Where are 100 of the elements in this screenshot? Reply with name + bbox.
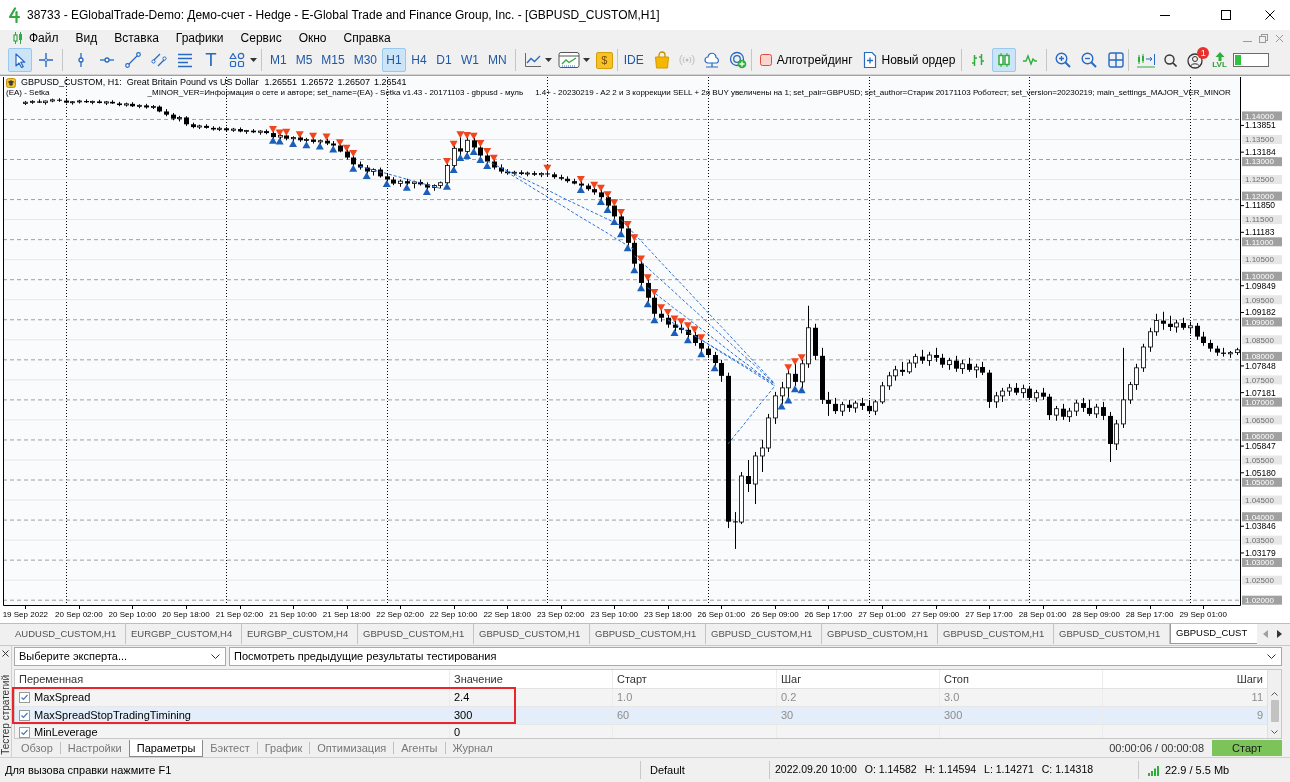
price-label: 1.08000 [1242, 351, 1282, 362]
price-label: 1.02500 [1242, 575, 1282, 585]
price-label: 1.11000 [1242, 237, 1282, 247]
chart-symbol: GBPUSD_CUSTOM, H1: [21, 77, 122, 88]
table-cell-text: MaxSpreadStopTradingTimining [34, 708, 191, 724]
price-axis-label: 1.03846 [1245, 521, 1276, 532]
column-header: Значение [450, 670, 613, 688]
table-cell-text: 300 [943, 708, 963, 724]
panel-title: Тестер стратегий [0, 675, 11, 755]
price-label: 1.02000 [1242, 595, 1282, 605]
price-label: 1.08500 [1242, 335, 1282, 345]
ref-line-label: 1.07500 [1245, 375, 1275, 385]
ref-line-label: 1.11000 [1245, 237, 1274, 247]
ref-line-label: 1.12000 [1245, 191, 1275, 201]
time-axis-label: 29 Sep 01:00 [1179, 610, 1227, 619]
table-cell-text: 3.0 [943, 690, 960, 706]
price-label: 1.06000 [1242, 432, 1282, 442]
price-axis-label: 1.07848 [1245, 360, 1276, 371]
price-label: 1.03500 [1242, 535, 1282, 545]
time-axis-label: 20 Sep 02:00 [55, 610, 103, 619]
price-label: 1.13000 [1242, 157, 1282, 167]
price-axis-label: 1.09849 [1245, 280, 1276, 291]
price-axis-label: 1.05180 [1245, 467, 1276, 478]
time-axis-label: 20 Sep 10:00 [108, 610, 157, 619]
ref-line-label: 1.03000 [1245, 558, 1275, 568]
table-cell-text: 11 [1251, 690, 1263, 706]
time-axis-label: 23 Sep 18:00 [644, 610, 692, 619]
time-axis-label: 19 Sep 2022 [2, 610, 49, 619]
ref-line-label: 1.03500 [1245, 535, 1275, 545]
price-label: 1.10500 [1242, 255, 1282, 265]
price-label: 1.05500 [1242, 455, 1282, 465]
price-axis-label: 1.11183 [1245, 227, 1275, 238]
ref-line-label: 1.11500 [1245, 215, 1274, 225]
time-axis-label: 27 Sep 09:00 [911, 610, 960, 619]
time-axis-label: 22 Sep 10:00 [429, 610, 478, 619]
time-axis-label: 26 Sep 09:00 [751, 610, 799, 619]
ref-line-label: 1.05000 [1245, 478, 1275, 488]
time-axis-label: 28 Sep 01:00 [1018, 610, 1067, 619]
ref-line-label: 1.04500 [1245, 495, 1275, 505]
quote-value: 1.26551 [264, 77, 297, 88]
ref-line-label: 1.13000 [1245, 157, 1275, 167]
time-axis-label: 22 Sep 18:00 [483, 610, 531, 619]
price-label: 1.06500 [1242, 415, 1282, 425]
ref-line-label: 1.13500 [1245, 135, 1275, 145]
time-axis-label: 28 Sep 17:00 [1125, 610, 1174, 619]
price-value: C: 1.14318 [1041, 762, 1094, 778]
price-label: 1.13500 [1242, 135, 1282, 145]
column-header: Шаги [1235, 671, 1264, 687]
ref-line-label: 1.12500 [1245, 175, 1275, 185]
time-axis-label: 21 Sep 10:00 [269, 610, 317, 619]
price-label: 1.14000 [1242, 111, 1282, 121]
price-label: 1.10000 [1242, 271, 1282, 282]
column-header: Шаг [777, 670, 940, 688]
ref-line-label: 1.14000 [1245, 111, 1275, 121]
ref-line-label: 1.08500 [1245, 335, 1275, 345]
bar-time: 2022.09.20 10:00 [775, 762, 857, 778]
price-label: 1.12500 [1242, 175, 1282, 185]
notification-badge: 1 [1197, 46, 1210, 59]
profile-name: Default [650, 763, 685, 776]
time-axis-label: 23 Sep 02:00 [536, 610, 585, 619]
ref-line-label: 1.09500 [1245, 295, 1275, 305]
table-cell-text: 0 [453, 724, 461, 738]
time-axis-label: 23 Sep 10:00 [590, 610, 639, 619]
ref-line-label: 1.05500 [1245, 455, 1275, 465]
quote-value: 1.26572 [300, 77, 334, 88]
table-cell-text: MinLeverage [34, 724, 98, 738]
ref-line-label: 1.10500 [1245, 255, 1275, 265]
ref-line-label: 1.08000 [1245, 352, 1275, 362]
price-axis-label: 1.09182 [1245, 307, 1276, 318]
table-cell-text: 9 [1256, 708, 1263, 724]
table-cell-text: 60 [616, 708, 630, 724]
ref-line-label: 1.09000 [1245, 317, 1275, 327]
price-axis-label: 1.11850 [1245, 200, 1276, 211]
table-cell-text: 300 [453, 708, 473, 724]
quote-value: 1.26507 [337, 77, 371, 88]
price-label: 1.11500 [1242, 215, 1282, 225]
chart-comment: _MINOR_VER=Информация о сете и авторе; set_name=(EA) - Setka v1.43 - 20171103 - gbpusd - муль [147, 88, 524, 97]
table-cell-text: 30 [780, 708, 794, 724]
price-axis-label: 1.13851 [1245, 120, 1276, 131]
price-label: 1.07000 [1242, 397, 1282, 407]
table-cell-text: 1.0 [616, 690, 633, 706]
column-header: Старт [613, 670, 777, 688]
price-label: 1.12000 [1242, 191, 1282, 201]
status-text: Для вызова справки нажмите F1 [5, 763, 172, 776]
ref-line-label: 1.02500 [1245, 575, 1275, 585]
chart-comment: 1.4+ - 20230219 - A2 2 и 3 коррекции SELL + 2я BUY увеличены на 1; set_pair=GBPUSD; set_author=Старик 20171103 Роботест; set_version=20230219; main_settings_MAJOR_VER_MINOR [535, 88, 1231, 97]
table-cell-text: 0.2 [780, 690, 797, 706]
chart-comment: (EA) - Setka [6, 88, 50, 97]
price-axis-label: 1.05847 [1245, 441, 1276, 451]
ref-line-label: 1.02000 [1245, 595, 1275, 605]
price-label: 1.07500 [1242, 375, 1282, 385]
time-axis-label: 22 Sep 02:00 [376, 610, 424, 619]
table-cell-text: 2.4 [453, 690, 470, 706]
time-axis-label: 26 Sep 17:00 [804, 610, 853, 619]
time-axis-label: 21 Sep 02:00 [215, 610, 264, 619]
ref-line-label: 1.04000 [1245, 512, 1275, 522]
ref-line-label: 1.06000 [1245, 432, 1275, 442]
price-label: 1.05000 [1242, 477, 1282, 488]
ref-line-label: 1.07000 [1245, 397, 1275, 407]
price-value: O: 1.14582 [864, 762, 917, 778]
